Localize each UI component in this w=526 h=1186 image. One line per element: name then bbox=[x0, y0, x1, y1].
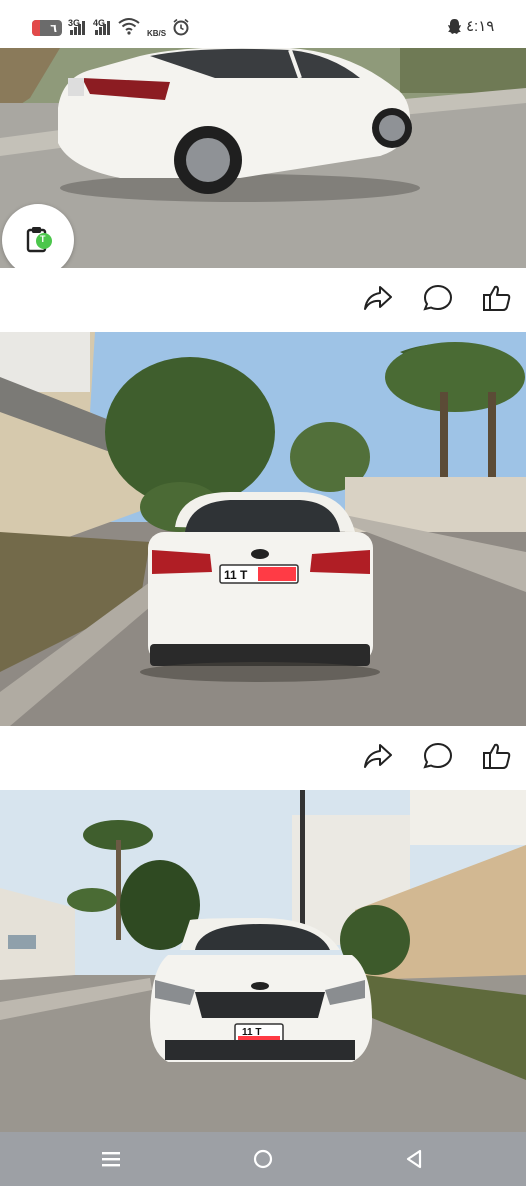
post-action-bar bbox=[0, 268, 526, 328]
post-photo-car-front[interactable]: 11 T bbox=[0, 790, 526, 1132]
post-photo-car-side[interactable] bbox=[0, 48, 526, 268]
comment-button[interactable] bbox=[422, 740, 454, 772]
status-bar: ٦ 3G 4G KB/S ٤:١٩ bbox=[0, 0, 526, 48]
post-action-bar bbox=[0, 726, 526, 786]
share-button[interactable] bbox=[362, 282, 394, 314]
like-icon bbox=[483, 285, 511, 311]
wifi-icon bbox=[118, 18, 140, 35]
car-rear-image: 11 T bbox=[0, 332, 526, 726]
battery-level: ٦ bbox=[50, 22, 57, 35]
battery-icon: ٦ bbox=[32, 20, 62, 36]
car-side-image bbox=[0, 48, 526, 268]
comment-button[interactable] bbox=[422, 282, 454, 314]
network-speed: KB/S bbox=[147, 22, 166, 38]
signal-icon bbox=[70, 19, 85, 35]
like-button[interactable] bbox=[481, 282, 513, 314]
recent-apps-button[interactable] bbox=[98, 1146, 124, 1172]
clipboard-fab-button[interactable]: T bbox=[2, 204, 74, 276]
home-icon bbox=[253, 1149, 273, 1169]
system-nav-bar bbox=[0, 1132, 526, 1186]
home-button[interactable] bbox=[250, 1146, 276, 1172]
recent-apps-icon bbox=[102, 1152, 120, 1167]
share-button[interactable] bbox=[362, 740, 394, 772]
signal-icon-2 bbox=[95, 19, 110, 35]
like-icon bbox=[483, 743, 511, 769]
snapchat-icon bbox=[448, 19, 461, 34]
comment-icon bbox=[423, 284, 453, 311]
plate-number: 11 T bbox=[242, 1027, 261, 1038]
share-icon bbox=[364, 744, 392, 768]
back-icon bbox=[406, 1149, 422, 1169]
like-button[interactable] bbox=[481, 740, 513, 772]
fab-badge: T bbox=[40, 234, 46, 244]
car-front-image: 11 T bbox=[0, 790, 526, 1132]
clipboard-icon bbox=[26, 227, 52, 253]
speed-unit: KB/S bbox=[147, 29, 167, 38]
back-button[interactable] bbox=[401, 1146, 427, 1172]
plate-number: 11 T bbox=[224, 568, 248, 582]
comment-icon bbox=[423, 742, 453, 769]
share-icon bbox=[364, 286, 392, 310]
alarm-icon bbox=[173, 18, 189, 36]
post-photo-car-rear[interactable]: 11 T bbox=[0, 332, 526, 726]
status-time: ٤:١٩ bbox=[466, 18, 495, 35]
